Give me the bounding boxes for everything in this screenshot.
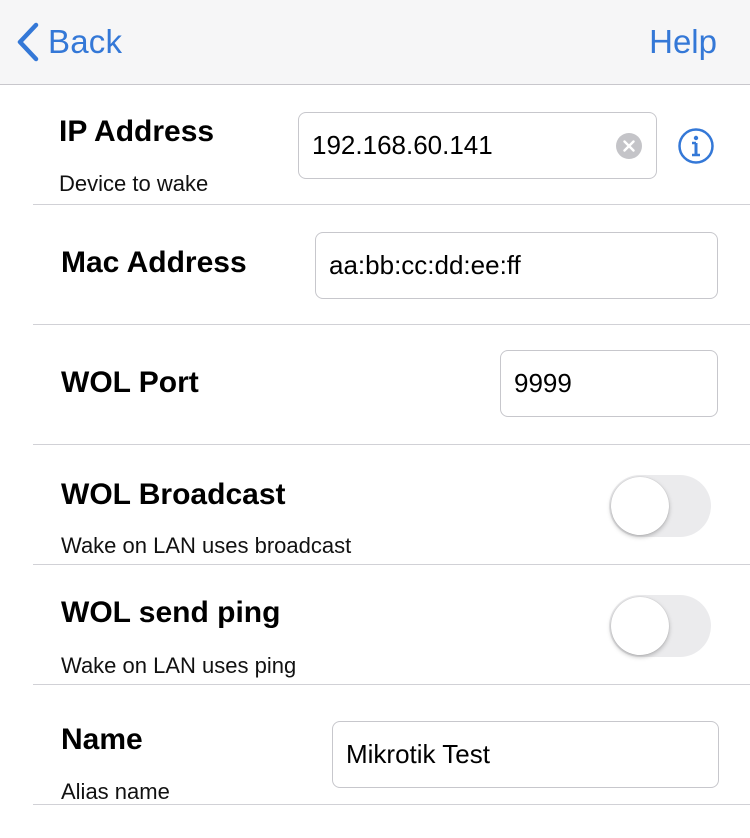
separator (33, 564, 750, 565)
wol-broadcast-subtitle: Wake on LAN uses broadcast (61, 533, 352, 558)
separator (33, 204, 750, 205)
name-value: Mikrotik Test (346, 739, 490, 769)
back-label: Back (48, 23, 123, 60)
mac-address-label: Mac Address (61, 246, 247, 279)
toggle-knob (611, 477, 669, 535)
separator (33, 684, 750, 685)
wol-port-label: WOL Port (61, 366, 199, 399)
wol-port-field[interactable]: 9999 (500, 350, 718, 417)
ip-address-subtitle: Device to wake (59, 171, 209, 196)
separator (33, 444, 750, 445)
ip-address-field[interactable]: 192.168.60.141 (298, 112, 657, 179)
name-label: Name (61, 723, 143, 756)
info-icon[interactable] (677, 127, 715, 165)
separator (33, 324, 750, 325)
wol-send-ping-toggle[interactable] (609, 595, 711, 657)
ip-address-value: 192.168.60.141 (312, 130, 493, 160)
name-subtitle: Alias name (61, 779, 170, 804)
chevron-left-icon (17, 22, 39, 62)
x-mark-icon (623, 139, 635, 152)
wol-port-value: 9999 (514, 368, 572, 398)
mac-address-value: aa:bb:cc:dd:ee:ff (329, 250, 521, 280)
name-field[interactable]: Mikrotik Test (332, 721, 719, 788)
help-button[interactable]: Help (649, 18, 717, 66)
toggle-knob (611, 597, 669, 655)
back-button[interactable]: Back (16, 18, 122, 66)
wol-send-ping-subtitle: Wake on LAN uses ping (61, 653, 297, 678)
separator (33, 804, 750, 805)
wol-broadcast-toggle[interactable] (609, 475, 711, 537)
navigation-bar: Back Help (0, 0, 750, 85)
clear-icon[interactable] (616, 132, 642, 159)
mac-address-field[interactable]: aa:bb:cc:dd:ee:ff (315, 232, 718, 299)
ip-address-label: IP Address (59, 115, 215, 148)
wol-broadcast-label: WOL Broadcast (61, 478, 286, 511)
wol-send-ping-label: WOL send ping (61, 596, 281, 629)
